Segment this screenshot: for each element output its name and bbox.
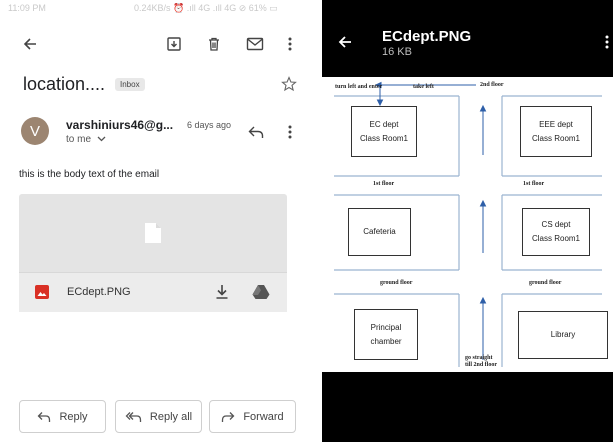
more-vert-icon bbox=[288, 37, 292, 51]
email-date: 6 days ago bbox=[187, 120, 232, 130]
status-time: 11:09 PM bbox=[8, 3, 46, 13]
email-subject: location.... bbox=[23, 74, 106, 94]
reply-all-label: Reply all bbox=[149, 410, 193, 423]
room-principal-sub: chamber bbox=[370, 336, 402, 346]
back-button[interactable] bbox=[19, 33, 41, 55]
viewer-title: ECdept.PNG bbox=[382, 28, 472, 45]
room-principal-name: Principal bbox=[370, 322, 402, 332]
room-ec-dept: EC dept Class Room1 bbox=[351, 106, 417, 157]
label-1st-floor-left: 1st floor bbox=[373, 181, 395, 187]
room-cs-name: CS dept bbox=[541, 220, 571, 230]
image-viewer-panel: ECdept.PNG 16 KB turn left and enter tak… bbox=[322, 0, 613, 442]
reply-all-icon bbox=[125, 411, 142, 422]
label-1st-floor-right: 1st floor bbox=[523, 181, 545, 187]
room-cs-dept: CS dept Class Room1 bbox=[522, 208, 590, 256]
room-library: Library bbox=[518, 311, 608, 359]
room-eee-name: EEE dept bbox=[539, 119, 573, 129]
room-eee-sub: Class Room1 bbox=[531, 133, 580, 143]
recipient-toggle[interactable]: to me bbox=[66, 134, 106, 145]
more-options-button[interactable] bbox=[279, 33, 301, 55]
attachment-card[interactable]: ECdept.PNG bbox=[19, 194, 287, 312]
forward-icon bbox=[222, 411, 235, 422]
label-go-straight: go straight bbox=[465, 355, 493, 361]
archive-icon bbox=[167, 37, 181, 51]
trash-icon bbox=[209, 37, 219, 51]
image-file-icon bbox=[35, 285, 49, 299]
reply-all-button[interactable]: Reply all bbox=[115, 400, 202, 433]
room-cs-sub: Class Room1 bbox=[531, 234, 580, 243]
download-icon bbox=[216, 285, 228, 299]
archive-button[interactable] bbox=[163, 33, 185, 55]
recipient-label: to me bbox=[66, 134, 92, 145]
panel-divider bbox=[305, 0, 322, 442]
label-2nd-floor: 2nd floor bbox=[480, 82, 504, 88]
floor-plan-image: turn left and enter take left 2nd floor … bbox=[322, 77, 613, 372]
label-turn-left: turn left and enter bbox=[335, 84, 383, 90]
gmail-message-panel: 11:09 PM 0.24KB/s ⏰ .ıll 4G .ıll 4G ⊘ 61… bbox=[0, 0, 305, 442]
label-take-left: take left bbox=[413, 84, 434, 90]
label-chip-inbox[interactable]: Inbox bbox=[115, 78, 145, 91]
status-bar: 11:09 PM 0.24KB/s ⏰ .ıll 4G .ıll 4G ⊘ 61… bbox=[0, 0, 305, 18]
chevron-down-icon bbox=[97, 136, 106, 142]
room-ec-name: EC dept bbox=[369, 119, 399, 129]
room-cafeteria-name: Cafeteria bbox=[363, 227, 396, 237]
delete-button[interactable] bbox=[203, 33, 225, 55]
reply-icon bbox=[38, 411, 51, 422]
drive-icon bbox=[252, 285, 270, 299]
label-ground-floor-left: ground floor bbox=[380, 280, 413, 286]
status-info: 0.24KB/s ⏰ .ıll 4G .ıll 4G ⊘ 61% ▭ bbox=[134, 3, 278, 13]
forward-label: Forward bbox=[243, 410, 284, 423]
mail-icon bbox=[246, 37, 264, 51]
reply-icon-button[interactable] bbox=[245, 121, 267, 143]
room-eee-dept: EEE dept Class Room1 bbox=[520, 106, 592, 157]
more-vert-icon bbox=[605, 35, 609, 49]
attachment-footer: ECdept.PNG bbox=[19, 272, 287, 312]
label-ground-floor-right: ground floor bbox=[529, 280, 562, 286]
save-to-drive-button[interactable] bbox=[250, 281, 272, 303]
room-cafeteria: Cafeteria bbox=[348, 208, 411, 256]
reply-label: Reply bbox=[59, 410, 88, 423]
star-icon bbox=[281, 76, 297, 92]
attachment-filename: ECdept.PNG bbox=[67, 286, 131, 298]
room-library-name: Library bbox=[550, 330, 576, 340]
more-vert-icon bbox=[288, 125, 292, 139]
reply-button[interactable]: Reply bbox=[19, 400, 106, 433]
message-more-button[interactable] bbox=[279, 121, 301, 143]
viewer-file-size: 16 KB bbox=[382, 46, 412, 58]
back-arrow-icon bbox=[338, 36, 351, 48]
download-button[interactable] bbox=[211, 281, 233, 303]
room-principal-chamber: Principal chamber bbox=[354, 309, 418, 360]
mark-unread-button[interactable] bbox=[244, 33, 266, 55]
email-body: this is the body text of the email bbox=[19, 169, 160, 180]
room-ec-sub: Class Room1 bbox=[359, 133, 408, 143]
sender-name: varshiniurs46@g... bbox=[66, 118, 174, 132]
viewer-back-button[interactable] bbox=[334, 31, 356, 53]
viewer-more-button[interactable] bbox=[596, 31, 613, 53]
back-arrow-icon bbox=[23, 38, 36, 50]
sender-avatar[interactable]: V bbox=[21, 117, 49, 145]
label-till-2nd-floor: till 2nd floor bbox=[465, 362, 498, 368]
file-preview-icon bbox=[145, 223, 161, 243]
forward-button[interactable]: Forward bbox=[209, 400, 296, 433]
star-button[interactable] bbox=[278, 73, 300, 95]
reply-icon bbox=[248, 126, 264, 138]
